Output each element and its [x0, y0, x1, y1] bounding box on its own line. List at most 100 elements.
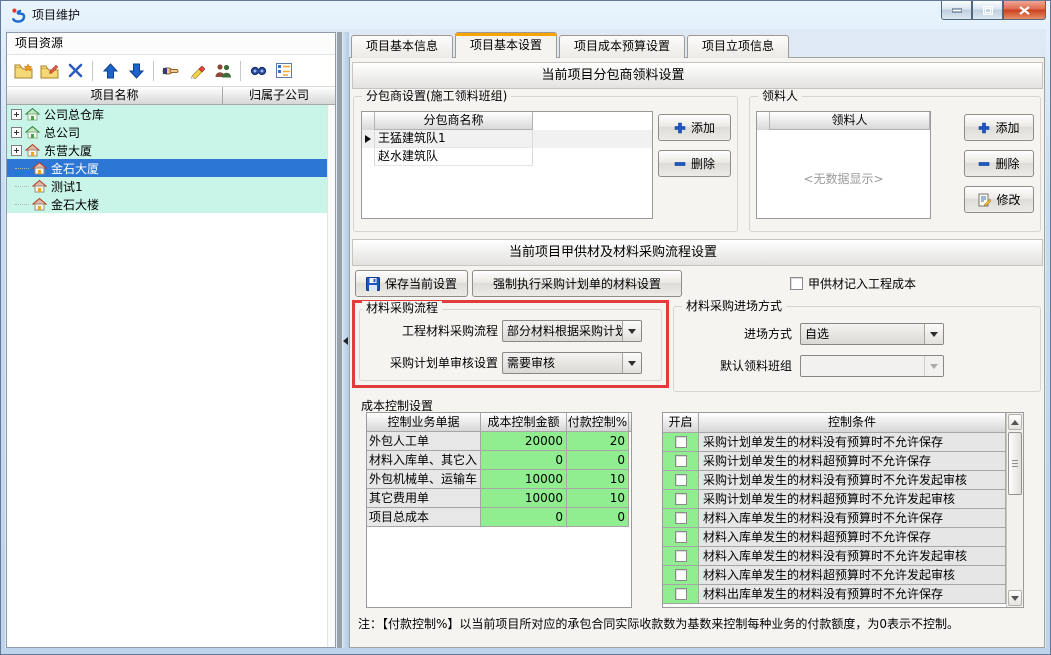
project-tree: 公司总仓库 总公司 东营大厦 金石大厦 测试1 金石大楼: [7, 105, 327, 647]
cond-col-on: 开启: [663, 413, 699, 432]
search-icon[interactable]: [245, 58, 271, 84]
minimize-button[interactable]: [941, 1, 972, 20]
cost-row[interactable]: 项目总成本 0 0: [367, 508, 631, 527]
move-up-icon[interactable]: [97, 58, 123, 84]
cost-row[interactable]: 其它费用单 10000 10: [367, 489, 631, 508]
cost-doc-cell: 外包人工单: [367, 432, 481, 451]
conditions-table: 开启 控制条件 采购计划单发生的材料没有预算时不允许保存 采购计划单发生的材料超预…: [662, 412, 1024, 608]
cost-row[interactable]: 外包机械单、运输车 10000 10: [367, 470, 631, 489]
picker-add-button[interactable]: 添加: [964, 114, 1034, 141]
owner-material-cost-checkbox[interactable]: [790, 277, 803, 290]
tab-2[interactable]: 项目成本预算设置: [559, 35, 686, 58]
subcontractor-row[interactable]: 赵水建筑队: [362, 148, 652, 166]
tab-3[interactable]: 项目立项信息: [687, 35, 790, 58]
delete-icon[interactable]: [62, 58, 88, 84]
scrollbar-thumb[interactable]: [1008, 432, 1022, 495]
tree-item[interactable]: 金石大厦: [7, 159, 327, 177]
entry-dropdown-1[interactable]: [800, 355, 944, 377]
cost-amount-cell[interactable]: 10000: [481, 489, 567, 508]
scroll-up-icon[interactable]: [1008, 414, 1022, 430]
minus-icon: [674, 161, 686, 166]
cost-pct-cell[interactable]: 10: [567, 470, 629, 489]
condition-checkbox[interactable]: [674, 569, 687, 581]
dropdown-arrow-icon[interactable]: [622, 321, 641, 341]
cost-doc-cell: 材料入库单、其它入: [367, 451, 481, 470]
picker-modify-button[interactable]: 修改: [964, 186, 1034, 213]
condition-row: 材料入库单发生的材料超预算时不允许保存: [663, 528, 1023, 547]
collapse-arrow-icon[interactable]: [343, 337, 348, 345]
tree-item[interactable]: 东营大厦: [7, 141, 327, 159]
row-marker-icon: [365, 135, 371, 143]
tree-column-header: 项目名称 归属子公司: [7, 87, 335, 105]
close-button[interactable]: [1003, 1, 1046, 20]
view-list-icon[interactable]: [271, 58, 297, 84]
entry-dropdown-0[interactable]: 自选: [800, 323, 944, 345]
condition-checkbox[interactable]: [674, 455, 687, 467]
cost-amount-cell[interactable]: 0: [481, 451, 567, 470]
cost-amount-cell[interactable]: 0: [481, 508, 567, 527]
tree-item[interactable]: 测试1: [7, 177, 327, 195]
toolbar-separator: [240, 60, 241, 81]
house-red-icon: [32, 161, 47, 175]
force-apply-button[interactable]: 强制执行采购计划单的材料设置: [472, 270, 682, 297]
tree-item[interactable]: 公司总仓库: [7, 105, 327, 123]
condition-checkbox[interactable]: [674, 474, 687, 486]
cost-row[interactable]: 材料入库单、其它入 0 0: [367, 451, 631, 470]
new-folder-icon[interactable]: [10, 58, 36, 84]
cost-pct-cell[interactable]: 20: [567, 432, 629, 451]
tab-1[interactable]: 项目基本设置: [455, 32, 558, 58]
maximize-button[interactable]: [972, 1, 1003, 20]
edit-doc-icon: [978, 193, 992, 206]
cost-rows: 外包人工单 20000 20 材料入库单、其它入 0 0 外包机械单、运输车 10000 10 其…: [367, 432, 631, 527]
tab-0[interactable]: 项目基本信息: [351, 35, 454, 58]
save-settings-button[interactable]: 保存当前设置: [355, 270, 468, 297]
edit-folder-icon[interactable]: [36, 58, 62, 84]
expand-icon[interactable]: [11, 126, 22, 138]
dropdown-arrow-icon[interactable]: [622, 353, 641, 373]
flow-dropdown-0[interactable]: 部分材料根据采购计划: [502, 320, 642, 342]
cost-amount-cell[interactable]: 20000: [481, 432, 567, 451]
subcontractor-delete-button[interactable]: 删除: [658, 150, 731, 177]
tree-scroll-strip[interactable]: [327, 105, 335, 647]
picker-column-header: 领料人: [770, 112, 930, 130]
picker-group: 领料人 领料人 <无数据显示> 添加 删除 修改: [749, 89, 1041, 232]
expand-icon[interactable]: [11, 108, 22, 120]
cost-col-amount: 成本控制金额: [481, 413, 567, 431]
picker-delete-button[interactable]: 删除: [964, 150, 1034, 177]
flow-dropdown-1[interactable]: 需要审核: [502, 352, 642, 374]
condition-text: 采购计划单发生的材料超预算时不允许发起审核: [699, 490, 1006, 509]
condition-checkbox[interactable]: [674, 436, 687, 448]
condition-checkbox[interactable]: [674, 512, 687, 524]
subcontractor-add-button[interactable]: 添加: [658, 114, 731, 141]
cost-row[interactable]: 外包人工单 20000 20: [367, 432, 631, 451]
panel-splitter[interactable]: [337, 32, 349, 648]
condition-row: 采购计划单发生的材料没有预算时不允许保存: [663, 433, 1023, 452]
expand-icon[interactable]: [11, 144, 22, 156]
condition-checkbox[interactable]: [674, 550, 687, 562]
subcontractor-row[interactable]: 王猛建筑队1: [362, 130, 652, 148]
settings-panel: 项目基本信息 项目基本设置 项目成本预算设置 项目立项信息 当前项目分包商领料设置 分…: [349, 32, 1045, 648]
scroll-down-icon[interactable]: [1008, 590, 1022, 606]
cost-pct-cell[interactable]: 0: [567, 508, 629, 527]
condition-text: 材料入库单发生的材料没有预算时不允许保存: [699, 509, 1006, 528]
condition-row: 采购计划单发生的材料没有预算时不允许发起审核: [663, 471, 1023, 490]
cost-pct-cell[interactable]: 10: [567, 489, 629, 508]
cost-pct-cell[interactable]: 0: [567, 451, 629, 470]
condition-checkbox[interactable]: [674, 493, 687, 505]
users-icon[interactable]: [210, 58, 236, 84]
condition-rows: 采购计划单发生的材料没有预算时不允许保存 采购计划单发生的材料超预算时不允许保存采…: [663, 433, 1023, 604]
select-hand-icon[interactable]: [158, 58, 184, 84]
move-down-icon[interactable]: [123, 58, 149, 84]
condition-checkbox[interactable]: [674, 588, 687, 600]
dropdown-arrow-icon[interactable]: [924, 324, 943, 344]
plus-icon: [979, 122, 990, 133]
condition-checkbox[interactable]: [674, 531, 687, 543]
conditions-scrollbar[interactable]: [1006, 413, 1023, 607]
tree-item[interactable]: 金石大楼: [7, 195, 327, 213]
flow-field-label-1: 采购计划单审核设置: [389, 356, 498, 370]
house-green-icon: [25, 125, 40, 139]
project-resource-panel: 项目资源 项目名称 归属子公司 公司总仓库 总公司 东营大厦 金石大厦 测试1 金石大楼: [6, 32, 336, 648]
erase-edit-icon[interactable]: [184, 58, 210, 84]
cost-amount-cell[interactable]: 10000: [481, 470, 567, 489]
tree-item[interactable]: 总公司: [7, 123, 327, 141]
